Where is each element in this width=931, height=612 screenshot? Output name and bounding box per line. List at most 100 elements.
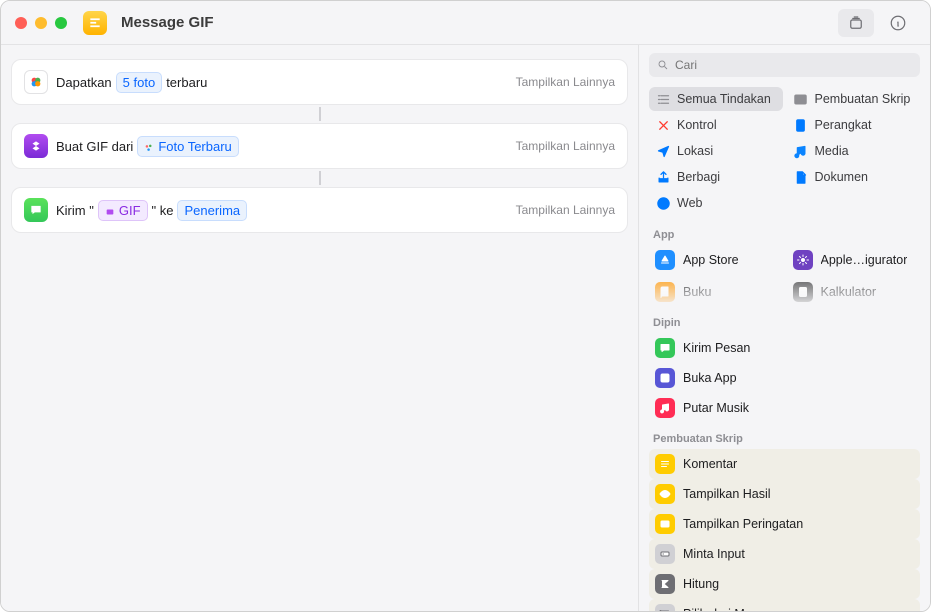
action-card[interactable]: Dapatkan5 fototerbaru Tampilkan Lainnya	[11, 59, 628, 105]
category-media[interactable]: Media	[787, 139, 921, 163]
category-kontrol[interactable]: Kontrol	[649, 113, 783, 137]
window-title: Message GIF	[121, 14, 214, 31]
search-icon	[657, 59, 669, 71]
library-item-label: Pilih dari Menu	[683, 607, 766, 611]
category-berbagi[interactable]: Berbagi	[649, 165, 783, 189]
minimize-window-button[interactable]	[35, 17, 47, 29]
library-item-label: Buku	[683, 285, 712, 299]
lines-icon	[655, 454, 675, 474]
library-item-label: Komentar	[683, 457, 737, 471]
library-item-label: Putar Musik	[683, 401, 749, 415]
alert-icon	[655, 514, 675, 534]
fullscreen-window-button[interactable]	[55, 17, 67, 29]
category-dokumen[interactable]: Dokumen	[787, 165, 921, 189]
library-item-label: Hitung	[683, 577, 719, 591]
section-label: Pembuatan Skrip	[639, 425, 930, 447]
library-sidebar: Semua Tindakan Pembuatan Skrip Kontrol Pera…	[639, 45, 930, 611]
input-icon	[655, 544, 675, 564]
category-perangkat[interactable]: Perangkat	[787, 113, 921, 137]
library-item[interactable]: Kalkulator	[787, 277, 921, 307]
category-grid: Semua Tindakan Pembuatan Skrip Kontrol Pera…	[639, 83, 930, 221]
library-item-label: Apple…igurator	[821, 253, 908, 267]
calc-icon	[793, 282, 813, 302]
library-item[interactable]: Buku	[649, 277, 783, 307]
list-icon	[655, 91, 671, 107]
traffic-lights	[15, 17, 67, 29]
eye-icon	[655, 484, 675, 504]
library-item[interactable]: Pilih dari Menu	[649, 599, 920, 611]
action-card[interactable]: Kirim "GIF" kePenerima Tampilkan Lainnya	[11, 187, 628, 233]
category-label: Pembuatan Skrip	[815, 92, 911, 106]
x-icon	[655, 117, 671, 133]
sidebar-toolbar	[639, 1, 930, 45]
sigma-icon	[655, 574, 675, 594]
library-item[interactable]: Komentar	[649, 449, 920, 479]
category-label: Dokumen	[815, 170, 869, 184]
device-icon	[793, 117, 809, 133]
category-label: Semua Tindakan	[677, 92, 771, 106]
action-connector	[11, 173, 628, 183]
reveal-more-button[interactable]: Tampilkan Lainnya	[516, 139, 615, 153]
library-item[interactable]: Tampilkan Hasil	[649, 479, 920, 509]
music-icon	[793, 143, 809, 159]
category-label: Perangkat	[815, 118, 872, 132]
safari-icon	[655, 195, 671, 211]
search-field[interactable]	[675, 58, 912, 72]
category-web[interactable]: Web	[649, 191, 783, 215]
action-connector	[11, 109, 628, 119]
magic-variable-icon	[144, 141, 154, 151]
parameter-chip[interactable]: 5 foto	[116, 72, 163, 93]
library-toggle-button[interactable]	[838, 9, 874, 37]
open-icon	[655, 368, 675, 388]
action-text: Buat GIF dariFoto Terbaru	[56, 136, 239, 157]
app-window: Message GIF Dapatkan5 fototerbaru Tampilk…	[0, 0, 931, 612]
category-label: Kontrol	[677, 118, 717, 132]
category-semua-tindakan[interactable]: Semua Tindakan	[649, 87, 783, 111]
action-card[interactable]: Buat GIF dariFoto Terbaru Tampilkan Lainn…	[11, 123, 628, 169]
category-label: Berbagi	[677, 170, 720, 184]
category-pembuatan-skrip[interactable]: Pembuatan Skrip	[787, 87, 921, 111]
menu-icon	[655, 604, 675, 611]
category-lokasi[interactable]: Lokasi	[649, 139, 783, 163]
appstore-icon	[655, 250, 675, 270]
library-item[interactable]: Tampilkan Peringatan	[649, 509, 920, 539]
library-item-label: Buka App	[683, 371, 737, 385]
location-icon	[655, 143, 671, 159]
library-item-label: Tampilkan Hasil	[683, 487, 771, 501]
parameter-chip[interactable]: GIF	[98, 200, 148, 221]
library-item-label: App Store	[683, 253, 739, 267]
parameter-chip[interactable]: Penerima	[177, 200, 247, 221]
reveal-more-button[interactable]: Tampilkan Lainnya	[516, 75, 615, 89]
library-item[interactable]: Buka App	[649, 363, 920, 393]
action-text: Dapatkan5 fototerbaru	[56, 72, 207, 93]
action-editor[interactable]: Dapatkan5 fototerbaruTampilkan LainnyaBu…	[1, 45, 639, 611]
library-item-label: Tampilkan Peringatan	[683, 517, 803, 531]
library-item-label: Minta Input	[683, 547, 745, 561]
category-label: Lokasi	[677, 144, 713, 158]
search-input[interactable]	[649, 53, 920, 77]
action-text: Kirim "GIF" kePenerima	[56, 200, 247, 221]
content: Dapatkan5 fototerbaruTampilkan LainnyaBu…	[1, 45, 930, 611]
music-icon	[655, 398, 675, 418]
section-label: App	[639, 221, 930, 243]
library-list[interactable]: App App Store Apple…igurator Buku Kalkulator…	[639, 221, 930, 611]
info-button[interactable]	[880, 9, 916, 37]
doc-icon	[793, 169, 809, 185]
library-item[interactable]: App Store	[649, 245, 783, 275]
photos-icon	[24, 70, 48, 94]
library-item[interactable]: Kirim Pesan	[649, 333, 920, 363]
library-item[interactable]: Hitung	[649, 569, 920, 599]
library-item[interactable]: Minta Input	[649, 539, 920, 569]
reveal-more-button[interactable]: Tampilkan Lainnya	[516, 203, 615, 217]
close-window-button[interactable]	[15, 17, 27, 29]
messages-icon	[24, 198, 48, 222]
library-item[interactable]: Putar Musik	[649, 393, 920, 423]
library-item[interactable]: Apple…igurator	[787, 245, 921, 275]
parameter-chip[interactable]: Foto Terbaru	[137, 136, 238, 157]
message-icon	[655, 338, 675, 358]
library-item-label: Kirim Pesan	[683, 341, 750, 355]
gear-icon	[793, 250, 813, 270]
category-label: Media	[815, 144, 849, 158]
section-label: Dipin	[639, 309, 930, 331]
shortcut-app-icon	[83, 11, 107, 35]
